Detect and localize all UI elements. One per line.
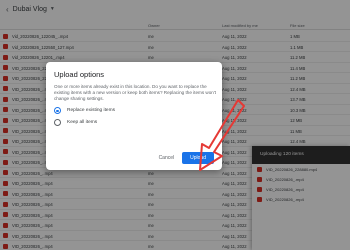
red-arrow-annotation-icon bbox=[199, 99, 245, 171]
